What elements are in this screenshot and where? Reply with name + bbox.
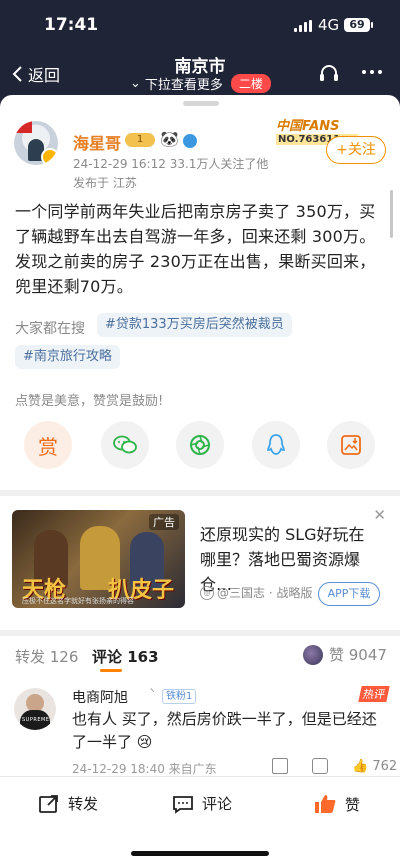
ad-source: ◎ @三国志 · 战略版 <box>200 584 312 601</box>
interaction-tabs: 转发 126 评论 163 赞 9047 <box>0 636 400 677</box>
panda-icon: 🐼 <box>160 130 179 148</box>
signal-icon <box>294 20 312 32</box>
verified-badge-icon <box>41 148 58 165</box>
ad-image-caption: 压极不住这名字就好有张扬亲的得容 <box>22 597 134 605</box>
save-image-button[interactable] <box>327 421 375 469</box>
comment-button[interactable]: 评论 <box>172 793 232 814</box>
tab-comments[interactable]: 评论 163 <box>92 646 159 667</box>
tab-likes[interactable]: 赞 9047 <box>303 644 387 665</box>
floor-badge[interactable]: 二楼 <box>230 74 271 93</box>
scrollbar[interactable] <box>390 190 393 238</box>
post-meta: 24-12-29 16:12 33.1万人关注了他 <box>73 155 268 172</box>
trending-label: 大家都在搜 <box>15 321 85 337</box>
wechat-share-button[interactable] <box>101 421 149 469</box>
post-body: 一个同学前两年失业后把南京房子卖了 350万，买了辆越野车出去自驾游一年多，回来… <box>15 202 376 296</box>
network-type: 4G <box>318 16 340 34</box>
moments-icon <box>190 435 210 455</box>
post-card: 海星哥 1 🐼 24-12-29 16:12 33.1万人关注了他 发布于 江苏… <box>0 95 400 490</box>
flag-icon <box>14 121 32 133</box>
comment-text[interactable]: 也有人 买了，然后房价跌一半了，但是已经还了一半了 😢 <box>72 708 390 754</box>
chevron-icon: ᐠ <box>150 686 155 699</box>
ad-source-label: @三国志 · 战略版 <box>217 586 313 600</box>
qq-icon <box>267 434 285 455</box>
repost-icon <box>39 794 58 813</box>
vip-icon <box>182 133 198 149</box>
pull-down-hint[interactable]: ⌄ 下拉查看更多 二楼 <box>130 74 271 93</box>
pull-down-label: 下拉查看更多 <box>144 78 223 93</box>
level-badge: 1 <box>125 133 155 147</box>
headphones-icon[interactable] <box>318 62 340 84</box>
like-button[interactable]: 赞 <box>313 793 360 815</box>
more-icon[interactable] <box>362 70 382 74</box>
tab-repost[interactable]: 转发 126 <box>15 646 78 667</box>
qq-share-button[interactable] <box>252 421 300 469</box>
repost-label: 转发 <box>68 795 99 813</box>
ad-card[interactable]: 天枪 扒皮子 压极不住这名字就好有张扬亲的得容 广告 ✕ 还原现实的 SLG好玩… <box>0 490 400 630</box>
commenter-name[interactable]: 电商阿旭 <box>72 687 128 707</box>
comment-actions: 👍 762 <box>272 758 397 774</box>
image-download-icon <box>341 435 361 455</box>
comment-meta: 24-12-29 18:40 来自广东 <box>72 762 217 776</box>
comment-icon <box>173 795 193 814</box>
ad-tag: 广告 <box>149 514 179 530</box>
moments-share-button[interactable] <box>176 421 224 469</box>
thumbs-up-icon <box>315 795 336 813</box>
chevron-down-icon: ⌄ <box>130 76 141 91</box>
trending-chip[interactable]: #南京旅行攻略 <box>15 345 120 369</box>
game-icon: ◎ <box>200 585 214 600</box>
post-location: 发布于 江苏 <box>73 176 137 190</box>
drag-handle[interactable] <box>183 101 219 106</box>
share-row: 赏 <box>24 421 376 469</box>
fan-badge-title: 中国FANS <box>276 119 340 134</box>
likes-label: 赞 9047 <box>329 646 387 664</box>
follower-count: 33.1万人关注了他 <box>169 157 269 171</box>
liker-avatar <box>303 644 323 665</box>
bottom-action-bar: 转发 评论 赞 <box>0 776 400 866</box>
hot-comment-badge: 热评 <box>358 686 390 702</box>
trending-chip[interactable]: #贷款133万买房后突然被裁员 <box>97 313 292 337</box>
repost-button[interactable]: 转发 <box>38 793 98 814</box>
repost-icon[interactable] <box>272 758 288 774</box>
home-indicator[interactable] <box>131 851 269 856</box>
author-avatar[interactable] <box>14 121 58 165</box>
fan-level-badge: 铁粉1 <box>162 689 197 704</box>
reward-button[interactable]: 赏 <box>24 421 72 469</box>
comment-label: 评论 <box>202 795 233 813</box>
comment-like-count: 762 <box>372 758 398 774</box>
commenter-avatar[interactable]: SUPREME <box>14 688 56 730</box>
nav-bar: 返回 南京市 ⌄ 下拉查看更多 二楼 <box>0 50 400 96</box>
avatar-text: SUPREME <box>22 717 50 723</box>
like-label: 赞 <box>345 795 361 814</box>
battery-icon: 69 <box>344 18 373 32</box>
comment-icon[interactable] <box>312 758 328 774</box>
status-bar: 17:41 4G 69 <box>0 0 400 50</box>
status-time: 17:41 <box>44 15 99 35</box>
reward-hint: 点赞是美意，赞赏是鼓励! <box>15 394 164 409</box>
post-time: 24-12-29 16:12 <box>73 157 166 171</box>
ad-image[interactable]: 天枪 扒皮子 压极不住这名字就好有张扬亲的得容 广告 <box>12 510 185 608</box>
active-tab-indicator <box>100 669 122 672</box>
reward-label: 赏 <box>38 434 58 459</box>
wechat-icon <box>113 435 137 454</box>
author-name[interactable]: 海星哥 <box>73 130 121 154</box>
comment-item: SUPREME 电商阿旭 ᐠ 铁粉1 热评 也有人 买了，然后房价跌一半了，但是… <box>0 676 400 776</box>
follow-button[interactable]: +关注 <box>326 136 386 164</box>
app-download-button[interactable]: APP下载 <box>318 582 380 606</box>
comment-like-button[interactable]: 👍 762 <box>352 759 397 774</box>
